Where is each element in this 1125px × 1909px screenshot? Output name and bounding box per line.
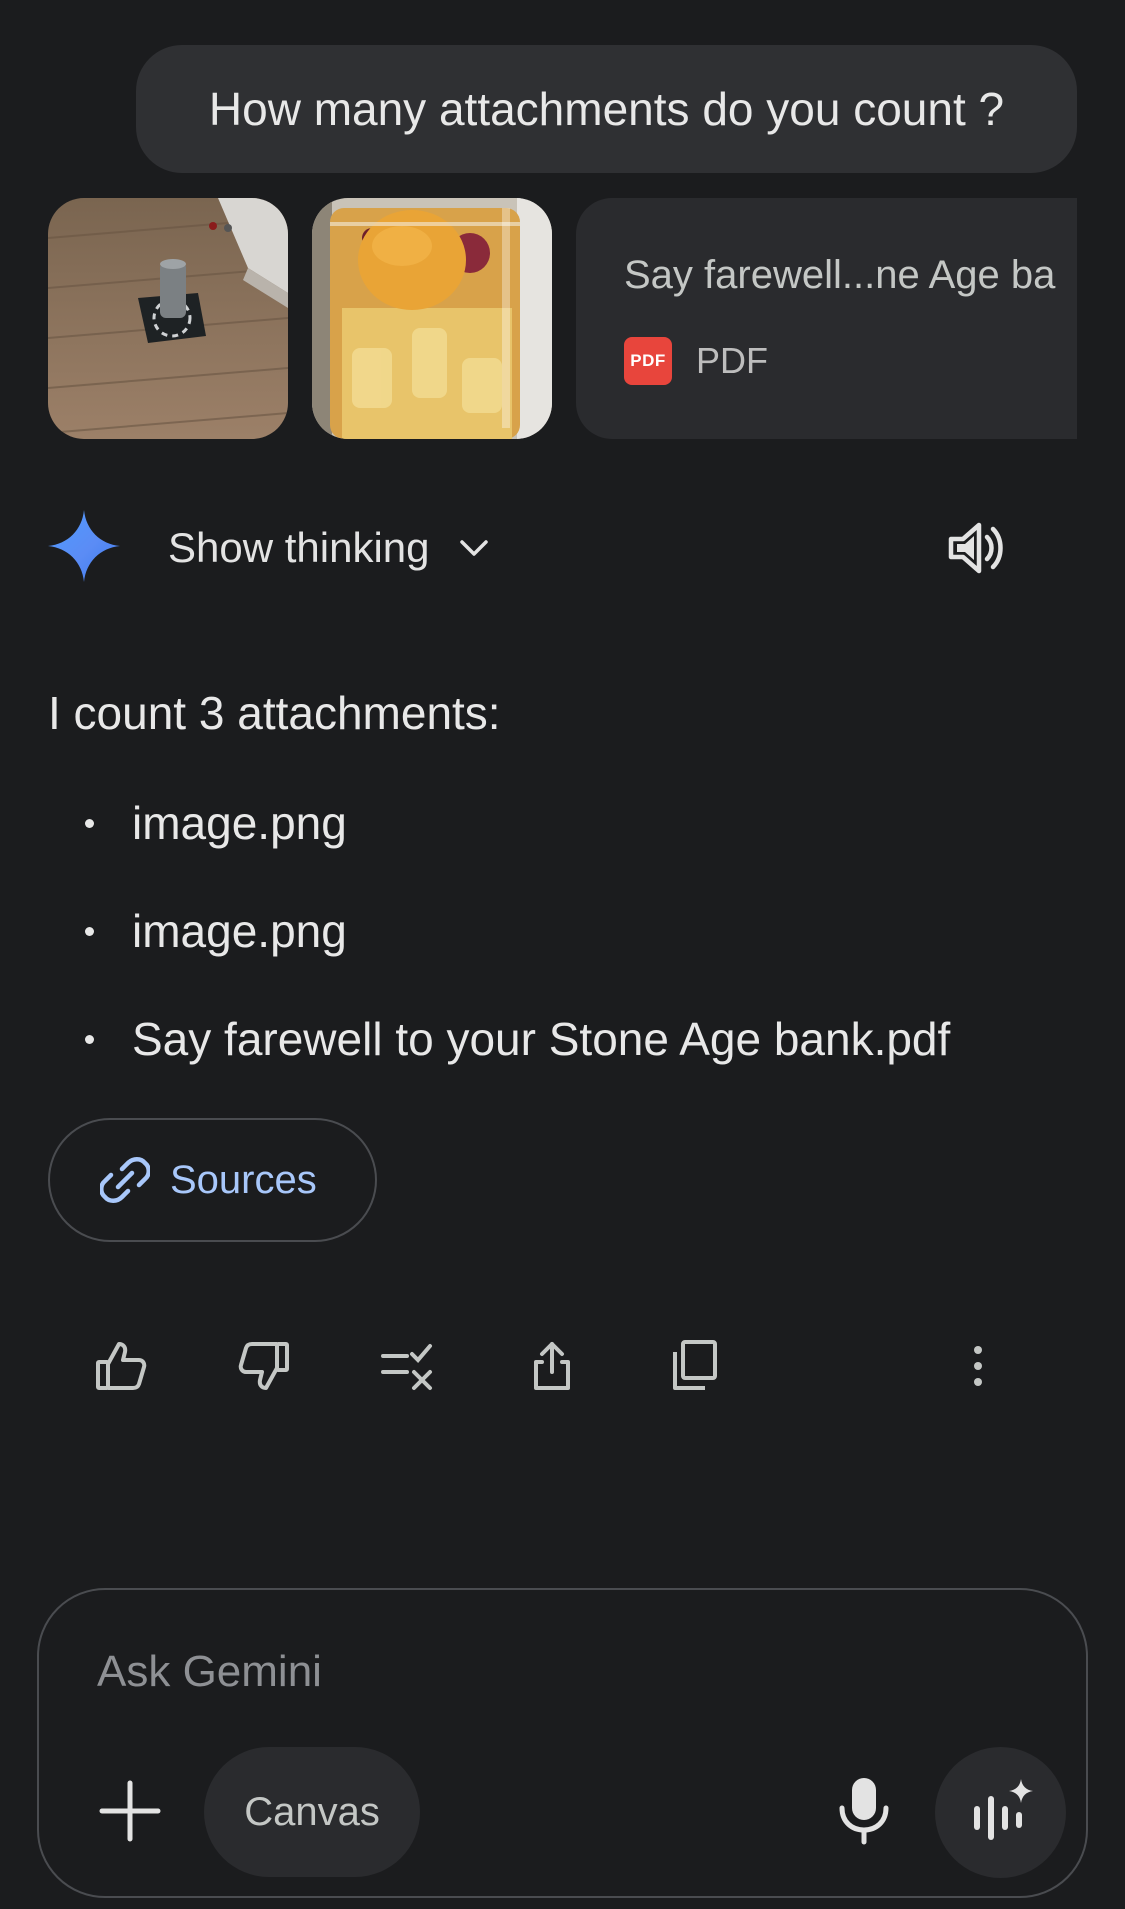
user-message-text: How many attachments do you count ? — [208, 83, 1005, 135]
share-icon[interactable] — [524, 1338, 580, 1394]
pdf-attachment[interactable]: Say farewell...ne Age ba PDF PDF — [576, 198, 1077, 439]
link-icon — [100, 1157, 150, 1203]
canvas-button[interactable]: Canvas — [204, 1747, 420, 1877]
photo-thumbnail-icon — [48, 198, 288, 439]
thumbs-up-icon[interactable] — [93, 1338, 149, 1394]
list-item: image.png — [0, 903, 950, 1011]
bullet-icon — [85, 819, 94, 828]
pdf-icon: PDF — [624, 337, 672, 385]
bullet-icon — [85, 1035, 94, 1044]
user-message-bubble: How many attachments do you count ? — [136, 45, 1077, 173]
attachments-row: Say farewell...ne Age ba PDF PDF — [48, 198, 1077, 439]
pdf-title: Say farewell...ne Age ba — [624, 253, 1056, 297]
gemini-live-icon — [974, 1779, 1033, 1840]
thumbs-down-icon[interactable] — [236, 1338, 292, 1394]
sources-label: Sources — [170, 1157, 317, 1202]
double-check-icon[interactable] — [380, 1338, 436, 1394]
attachment-list: image.png image.png Say farewell to your… — [0, 795, 950, 1119]
list-item-text: Say farewell to your Stone Age bank.pdf — [132, 1013, 951, 1065]
more-vert-icon[interactable] — [950, 1338, 1006, 1394]
response-intro: I count 3 attachments: — [48, 687, 501, 739]
bullet-icon — [85, 927, 94, 936]
sources-button[interactable]: Sources — [48, 1118, 377, 1242]
list-item: image.png — [0, 795, 950, 903]
show-thinking-toggle[interactable]: Show thinking — [168, 520, 492, 576]
microphone-icon[interactable] — [824, 1770, 904, 1850]
image-attachment-1[interactable] — [48, 198, 288, 439]
show-thinking-label: Show thinking — [168, 524, 430, 571]
gemini-sparkle-icon — [48, 510, 120, 582]
image-attachment-2[interactable] — [312, 198, 552, 439]
speaker-icon[interactable] — [945, 517, 1007, 579]
ask-gemini-input[interactable] — [97, 1640, 797, 1704]
list-item-text: image.png — [132, 797, 347, 849]
plus-icon[interactable] — [95, 1776, 165, 1846]
pdf-type-label: PDF — [696, 340, 768, 381]
copy-icon[interactable] — [667, 1338, 723, 1394]
gemini-live-button[interactable] — [935, 1747, 1066, 1878]
prompt-composer: Canvas — [37, 1588, 1088, 1898]
list-item: Say farewell to your Stone Age bank.pdf — [0, 1011, 950, 1119]
photo-thumbnail-icon — [312, 198, 552, 439]
chevron-down-icon — [459, 540, 488, 556]
list-item-text: image.png — [132, 905, 347, 957]
canvas-label: Canvas — [244, 1789, 380, 1834]
